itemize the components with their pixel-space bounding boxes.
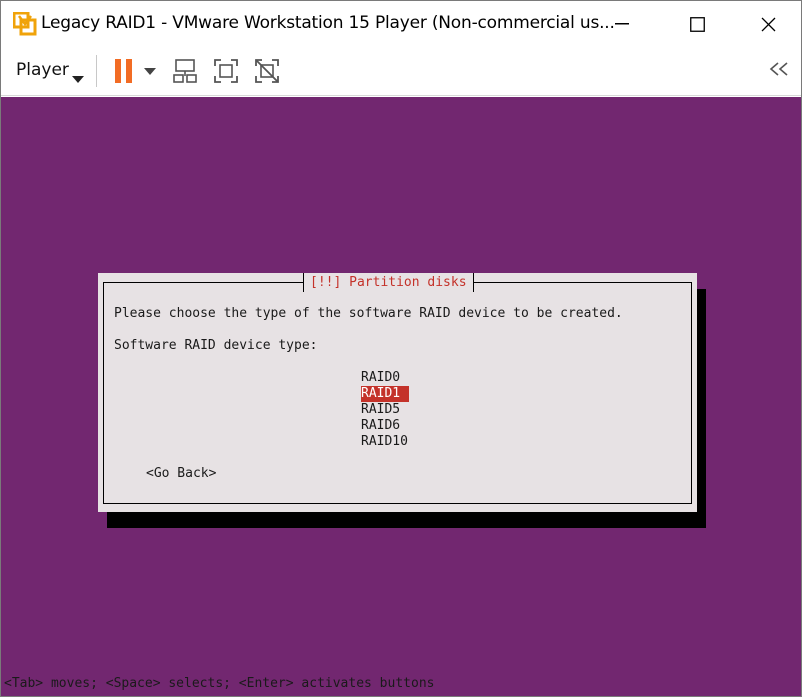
partition-disks-dialog: [!!] Partition disks Please choose the t… [98, 273, 697, 512]
raid-option-raid5[interactable]: RAID5 [361, 402, 400, 418]
raid-type-label: Software RAID device type: [114, 338, 318, 353]
player-menu-caret-icon[interactable] [72, 68, 84, 87]
window-title: Legacy RAID1 - VMware Workstation 15 Pla… [41, 13, 615, 33]
pause-dropdown-caret-icon[interactable] [139, 56, 161, 86]
raid-option-raid0[interactable]: RAID0 [361, 370, 400, 386]
collapse-toolbar-icon[interactable] [767, 59, 791, 83]
maximize-button[interactable] [674, 1, 720, 47]
send-ctrl-alt-del-icon[interactable] [170, 56, 200, 86]
keyboard-hint-status: <Tab> moves; <Space> selects; <Enter> ac… [4, 676, 435, 691]
raid-option-raid1-selected[interactable]: RAID1 [361, 386, 409, 402]
raid-question-text: Please choose the type of the software R… [114, 306, 623, 321]
vmware-window: Legacy RAID1 - VMware Workstation 15 Pla… [0, 0, 802, 697]
toolbar-separator [96, 55, 97, 87]
pause-icon[interactable] [109, 56, 139, 86]
maximize-icon [689, 16, 705, 32]
player-menu-label: Player [16, 60, 69, 80]
close-icon [761, 17, 775, 31]
vmware-app-icon [12, 11, 37, 36]
title-bar[interactable]: Legacy RAID1 - VMware Workstation 15 Pla… [1, 1, 801, 47]
dialog-title: [!!] Partition disks [303, 273, 474, 292]
unity-icon[interactable] [252, 56, 282, 86]
toolbar: Player [1, 47, 801, 96]
go-back-button[interactable]: <Go Back> [146, 466, 216, 482]
fullscreen-icon[interactable] [211, 56, 241, 86]
minimize-icon [615, 23, 629, 25]
vm-console-screen[interactable]: [!!] Partition disks Please choose the t… [1, 97, 801, 696]
minimize-button[interactable] [599, 1, 645, 47]
raid-option-raid10[interactable]: RAID10 [361, 434, 408, 450]
raid-option-raid6[interactable]: RAID6 [361, 418, 400, 434]
player-menu-button[interactable]: Player [16, 60, 69, 80]
close-button[interactable] [745, 1, 791, 47]
